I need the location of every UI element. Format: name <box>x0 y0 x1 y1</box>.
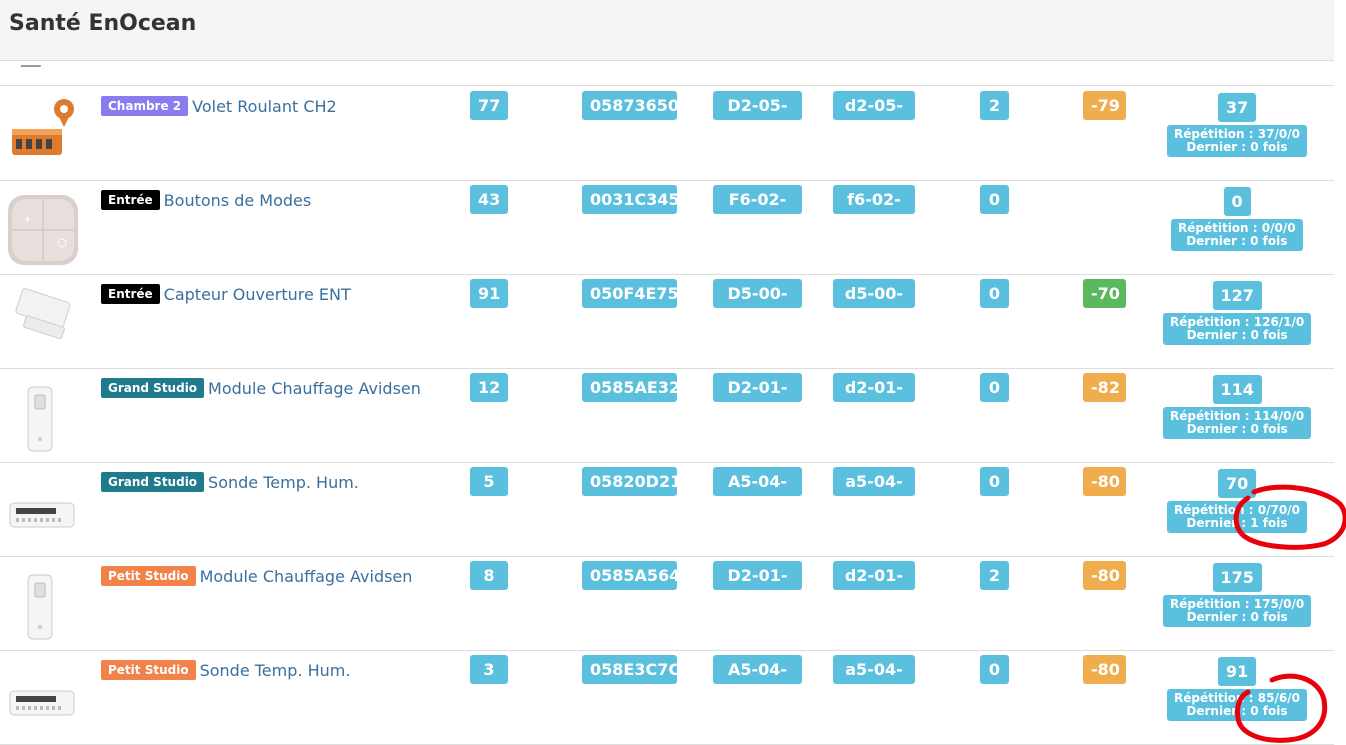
rssi-label: -82 <box>1083 373 1126 402</box>
device-id-label: 43 <box>470 185 508 214</box>
repetition-label: Répétition : 0/70/0 Dernier : 1 fois <box>1167 501 1307 533</box>
table-row-partial <box>0 61 1334 86</box>
logical-id-label: 058E3C7C <box>582 655 680 684</box>
room-badge: Petit Studio <box>101 660 196 680</box>
room-badge: Entrée <box>101 284 160 304</box>
message-count-label: 114 <box>1212 375 1262 404</box>
page-header: Santé EnOcean <box>0 0 1334 61</box>
rssi-label: -80 <box>1083 561 1126 590</box>
repeater-label: 0 <box>980 655 1009 684</box>
device-link[interactable]: Sonde Temp. Hum. <box>200 661 351 680</box>
device-link[interactable]: Module Chauffage Avidsen <box>208 379 421 398</box>
device-link[interactable]: Volet Roulant CH2 <box>192 97 337 116</box>
rssi-label: -70 <box>1083 279 1126 308</box>
device-name-cell: Entrée Boutons de Modes <box>101 190 311 210</box>
profile-label: A5-04-01 <box>713 467 802 520</box>
repeater-label: 2 <box>980 561 1009 590</box>
logical-id-label: 050F4E75 <box>582 279 679 308</box>
logical-id-label: 05820D21 <box>582 467 681 496</box>
profile-label: D2-01-0C <box>713 373 802 426</box>
device-id-label: 5 <box>470 467 508 496</box>
rssi-label: -80 <box>1083 467 1126 496</box>
logical-id-label: 0585A564 <box>582 561 680 590</box>
repeater-label: 0 <box>980 373 1009 402</box>
table-row: Grand Studio Sonde Temp. Hum. 5 05820D21 … <box>0 463 1334 557</box>
rssi-label: -79 <box>1083 91 1126 120</box>
heating-module-image <box>6 565 80 643</box>
room-badge: Chambre 2 <box>101 96 189 116</box>
logical-id-label: 0031C345 <box>582 185 680 214</box>
message-count-label: 175 <box>1212 563 1262 592</box>
device-name-cell: Grand Studio Module Chauffage Avidsen <box>101 378 421 398</box>
repeater-label: 0 <box>980 279 1009 308</box>
repeater-label: 0 <box>980 185 1009 214</box>
table-row: Petit Studio Sonde Temp. Hum. 3 058E3C7C … <box>0 651 1334 745</box>
table-row: + Entrée Boutons de Modes 43 0031C345 F6-… <box>0 181 1334 275</box>
logical-id-label: 05873650 <box>582 91 679 120</box>
device-name-cell: Petit Studio Module Chauffage Avidsen <box>101 566 412 586</box>
message-count-label: 127 <box>1212 281 1262 310</box>
device-link[interactable]: Sonde Temp. Hum. <box>208 473 359 492</box>
mode-buttons-remote-image: + <box>6 189 80 267</box>
device-link[interactable]: Boutons de Modes <box>164 191 312 210</box>
device-name-cell: Chambre 2 Volet Roulant CH2 <box>101 96 337 116</box>
profile-lower-label: d5-00-01 <box>833 279 915 332</box>
profile-label: D5-00-01 <box>713 279 802 332</box>
device-id-label: 77 <box>470 91 508 120</box>
device-link[interactable]: Capteur Ouverture ENT <box>164 285 351 304</box>
temp-humidity-sensor-image <box>6 659 80 737</box>
repetition-label: Répétition : 85/6/0 Dernier : 0 fois <box>1167 689 1307 721</box>
room-badge: Grand Studio <box>101 472 205 492</box>
device-id-label: 91 <box>470 279 508 308</box>
repetition-label: Répétition : 0/0/0 Dernier : 0 fois <box>1171 219 1303 251</box>
profile-label: D2-05-00 <box>713 91 802 144</box>
device-name-cell: Grand Studio Sonde Temp. Hum. <box>101 472 359 492</box>
device-name-cell: Petit Studio Sonde Temp. Hum. <box>101 660 350 680</box>
table-row: Petit Studio Module Chauffage Avidsen 8 0… <box>0 557 1334 651</box>
repeater-label: 0 <box>980 467 1009 496</box>
table-row: Grand Studio Module Chauffage Avidsen 12 … <box>0 369 1334 463</box>
message-count-label: 37 <box>1218 93 1257 122</box>
rssi-label: -80 <box>1083 655 1126 684</box>
heating-module-image <box>6 377 80 455</box>
room-badge: Grand Studio <box>101 378 205 398</box>
device-link[interactable]: Module Chauffage Avidsen <box>200 567 413 586</box>
profile-label: A5-04-01 <box>713 655 802 708</box>
repetition-label: Répétition : 126/1/0 Dernier : 0 fois <box>1163 313 1312 345</box>
table-row: Entrée Capteur Ouverture ENT 91 050F4E75 … <box>0 275 1334 369</box>
profile-lower-label: d2-01-0c <box>833 373 915 426</box>
device-name-cell: Entrée Capteur Ouverture ENT <box>101 284 351 304</box>
message-count-label: 91 <box>1218 657 1257 686</box>
message-count-label: 70 <box>1218 469 1257 498</box>
profile-label: D2-01-0C <box>713 561 802 614</box>
repetition-label: Répétition : 114/0/0 Dernier : 0 fois <box>1163 407 1312 439</box>
door-sensor-image <box>6 283 80 361</box>
repeater-label: 2 <box>980 91 1009 120</box>
room-badge: Entrée <box>101 190 160 210</box>
room-badge: Petit Studio <box>101 566 196 586</box>
profile-lower-label: f6-02-02 <box>833 185 915 238</box>
svg-text:+: + <box>24 212 31 226</box>
roller-shutter-module-image <box>6 95 80 173</box>
message-count-label: 0 <box>1223 187 1251 216</box>
repetition-label: Répétition : 175/0/0 Dernier : 0 fois <box>1163 595 1312 627</box>
profile-lower-label: a5-04-01 <box>833 655 915 708</box>
temp-humidity-sensor-image <box>6 471 80 549</box>
repetition-label: Répétition : 37/0/0 Dernier : 0 fois <box>1167 125 1307 157</box>
profile-lower-label: d2-01-0c <box>833 561 915 614</box>
profile-label: F6-02-02 <box>713 185 802 238</box>
table-row: Chambre 2 Volet Roulant CH2 77 05873650 D… <box>0 87 1334 181</box>
device-id-label: 8 <box>470 561 508 590</box>
device-id-label: 12 <box>470 373 508 402</box>
profile-lower-label: a5-04-01 <box>833 467 915 520</box>
profile-lower-label: d2-05-00 <box>833 91 915 144</box>
device-id-label: 3 <box>470 655 508 684</box>
page-title: Santé EnOcean <box>9 11 197 36</box>
logical-id-label: 0585AE32 <box>582 373 680 402</box>
